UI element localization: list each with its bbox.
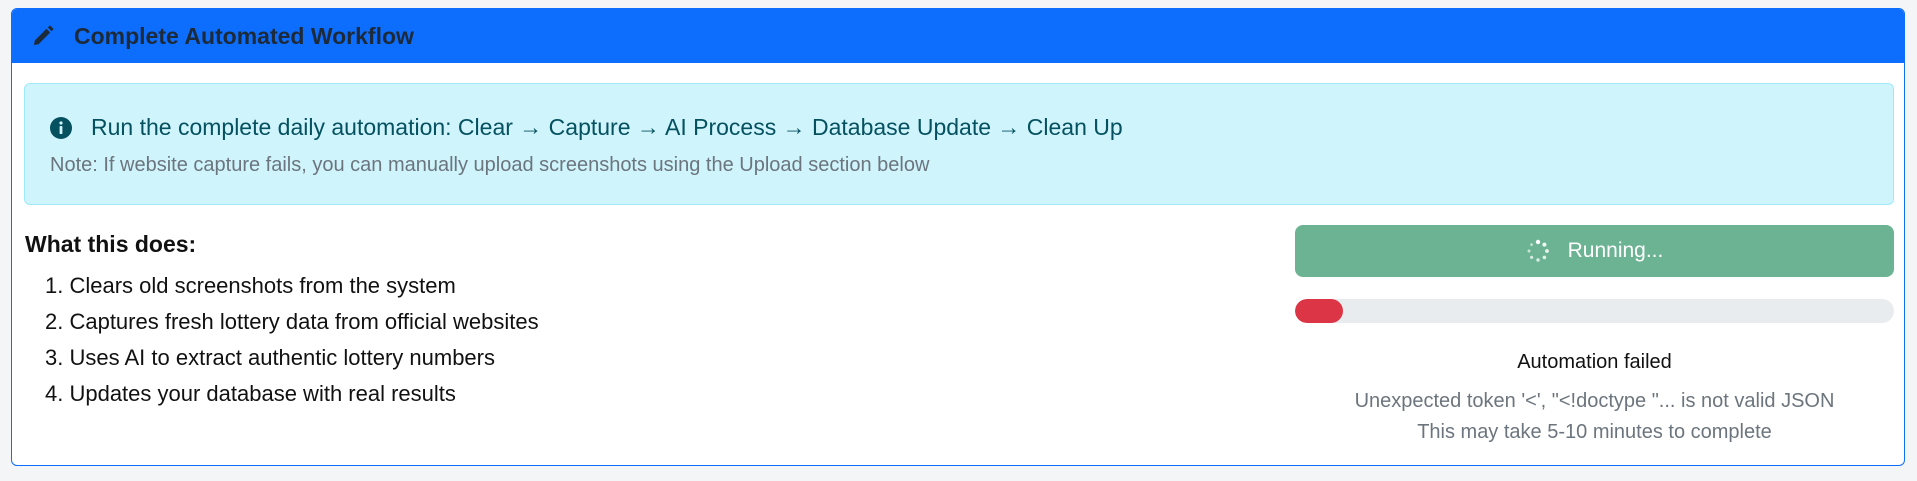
alert-note-text: Note: If website capture fails, you can … bbox=[50, 154, 930, 176]
steps-list: 1. Clears old screenshots from the syste… bbox=[25, 268, 539, 412]
alert-headline: Run the complete daily automation: Clear… bbox=[49, 114, 1123, 141]
card-title: Complete Automated Workflow bbox=[74, 22, 414, 49]
list-item: 3. Uses AI to extract authentic lottery … bbox=[45, 345, 495, 370]
error-message: Unexpected token '<', "<!doctype "... is… bbox=[1354, 390, 1835, 412]
run-automation-button[interactable]: Running... bbox=[1295, 225, 1894, 277]
list-item: 1. Clears old screenshots from the syste… bbox=[45, 273, 456, 298]
status-text: Automation failed bbox=[1517, 351, 1672, 373]
time-note: This may take 5-10 minutes to complete bbox=[1417, 421, 1772, 443]
description-title: What this does: bbox=[25, 231, 197, 257]
pencil-icon bbox=[30, 23, 56, 49]
progress-bar bbox=[1295, 299, 1894, 323]
progress-bar-fill bbox=[1295, 299, 1343, 323]
controls-column: Running... Automation failed Unexpected … bbox=[1295, 225, 1894, 444]
run-button-label: Running... bbox=[1567, 239, 1664, 262]
automation-card: Complete Automated Workflow Run the comp… bbox=[11, 8, 1905, 466]
info-circle-icon bbox=[50, 116, 72, 139]
info-alert: Run the complete daily automation: Clear… bbox=[24, 83, 1894, 205]
list-item: 4. Updates your database with real resul… bbox=[45, 381, 456, 406]
spinner-icon bbox=[1527, 239, 1549, 262]
list-item: 2. Captures fresh lottery data from offi… bbox=[45, 309, 539, 334]
alert-main-text: Run the complete daily automation: Clear… bbox=[91, 114, 1123, 140]
card-header: Complete Automated Workflow bbox=[12, 9, 1904, 63]
